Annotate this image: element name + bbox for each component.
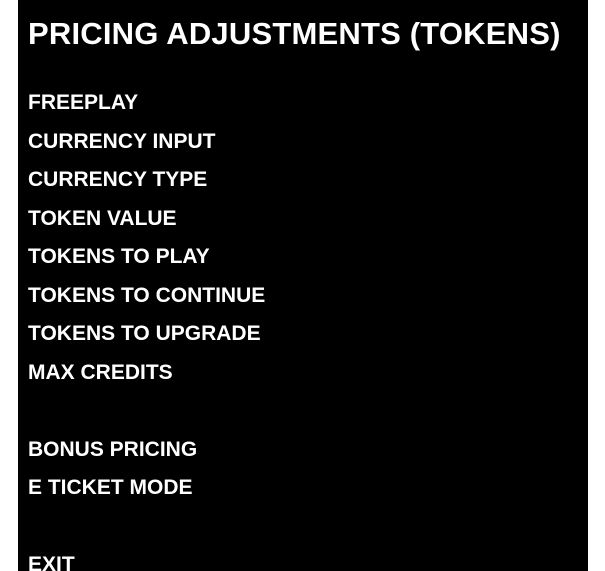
- menu-item-token-value[interactable]: TOKEN VALUE: [28, 206, 265, 245]
- menu-item-exit[interactable]: EXIT: [28, 552, 265, 571]
- menu-spacer: [28, 514, 265, 553]
- pricing-adjustments-screen: PRICING ADJUSTMENTS (TOKENS) FREEPLAY CU…: [18, 0, 588, 571]
- menu-item-max-credits[interactable]: MAX CREDITS: [28, 360, 265, 399]
- options-menu: FREEPLAY CURRENCY INPUT CURRENCY TYPE TO…: [28, 90, 265, 571]
- menu-item-freeplay[interactable]: FREEPLAY: [28, 90, 265, 129]
- menu-item-bonus-pricing[interactable]: BONUS PRICING: [28, 437, 265, 476]
- menu-spacer: [28, 398, 265, 437]
- menu-item-currency-type[interactable]: CURRENCY TYPE: [28, 167, 265, 206]
- menu-item-tokens-to-continue[interactable]: TOKENS TO CONTINUE: [28, 283, 265, 322]
- menu-item-e-ticket-mode[interactable]: E TICKET MODE: [28, 475, 265, 514]
- screen-title: PRICING ADJUSTMENTS (TOKENS): [28, 16, 561, 51]
- menu-item-tokens-to-upgrade[interactable]: TOKENS TO UPGRADE: [28, 321, 265, 360]
- menu-item-currency-input[interactable]: CURRENCY INPUT: [28, 129, 265, 168]
- menu-item-tokens-to-play[interactable]: TOKENS TO PLAY: [28, 244, 265, 283]
